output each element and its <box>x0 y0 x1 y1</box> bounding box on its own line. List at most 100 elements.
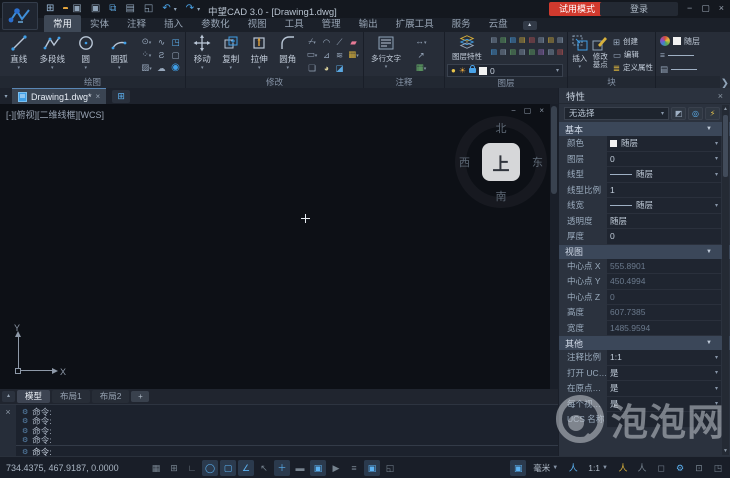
doc-close-icon[interactable]: × <box>539 106 544 115</box>
compass-west-label[interactable]: 西 <box>459 154 470 170</box>
model-space-toggle-icon[interactable]: ▣ <box>364 460 380 476</box>
layer-tool-icon[interactable]: ▤ <box>546 36 556 46</box>
layout-tab-layout1[interactable]: 布局1 <box>52 390 90 403</box>
layout-tab-model[interactable]: 模型 <box>17 390 50 403</box>
compass-south-label[interactable]: 南 <box>496 188 507 204</box>
ortho-toggle-icon[interactable]: ∟ <box>184 460 200 476</box>
explode-icon[interactable]: ❏ <box>304 63 320 73</box>
save-as-icon[interactable]: ▣ <box>91 4 100 14</box>
doc-minimize-icon[interactable]: − <box>511 106 516 115</box>
layer-tool-icon[interactable]: ▤ <box>537 36 547 46</box>
edit-base-point-button[interactable]: 修改 基点 <box>590 34 611 76</box>
line-button[interactable]: 直线▾ <box>2 34 36 76</box>
add-layout-icon[interactable]: + <box>131 391 149 402</box>
blend-icon[interactable]: ◕ <box>320 63 333 73</box>
offset-icon[interactable]: ◠ <box>320 37 333 47</box>
mtext-button[interactable]: 多行文字▾ <box>366 34 406 76</box>
annotation-person-icon[interactable]: 人 <box>565 460 581 476</box>
quick-view-toggle-icon[interactable]: ◱ <box>382 460 398 476</box>
layer-tool-icon[interactable]: ▤ <box>508 48 518 58</box>
ucs-open-value[interactable]: 是▾ <box>607 366 721 382</box>
units-dropdown[interactable]: 毫米▼ <box>529 460 562 476</box>
layer-tool-icon[interactable]: ▤ <box>556 48 566 58</box>
doc-tab-menu-icon[interactable]: ▾ <box>0 93 12 100</box>
rotate-icon[interactable]: ⊿ <box>320 50 333 60</box>
move-button[interactable]: 移动▾ <box>188 34 217 76</box>
new-document-tab-icon[interactable]: ⊞ <box>112 90 130 103</box>
polar-toggle-icon[interactable]: ◯ <box>202 460 218 476</box>
point-icon[interactable]: ⊙▾ <box>138 36 155 48</box>
selection-cycling-toggle-icon[interactable]: ▶ <box>328 460 344 476</box>
auto-annotation-icon[interactable]: 人 <box>634 460 650 476</box>
layer-tool-icon[interactable]: ▤ <box>489 36 499 46</box>
section-basic[interactable]: 基本▼ <box>559 122 730 136</box>
color-value[interactable]: 随层▾ <box>607 136 721 152</box>
annotation-scale-dropdown[interactable]: 1:1▼ <box>584 460 612 476</box>
selection-dropdown[interactable]: 无选择 ▾ <box>564 107 669 120</box>
workspace-icon[interactable]: ▣ <box>510 460 526 476</box>
ribbon-tab-solid[interactable]: 实体 <box>81 15 118 32</box>
annotation-scale-value[interactable]: 1:1▾ <box>607 350 721 366</box>
draw-panel-label[interactable]: 绘图 <box>0 76 185 88</box>
clean-screen-icon[interactable]: ⊡ <box>691 460 707 476</box>
view-compass[interactable]: 北 南 西 东 上 <box>455 116 547 208</box>
linetype-value[interactable]: 随层▾ <box>607 167 721 183</box>
create-block-item[interactable]: ⊞创建 <box>613 35 653 48</box>
ellipse-icon[interactable]: Ƨ <box>155 50 168 60</box>
sidebar-scrollbar-thumb[interactable] <box>723 115 728 177</box>
quick-select-icon[interactable]: ◩ <box>671 107 686 120</box>
hatch-icon[interactable]: ▨▾ <box>138 62 155 74</box>
region-icon[interactable]: ◳ <box>168 37 183 47</box>
sidebar-scrollbar[interactable]: ▲ ▼ <box>722 105 729 455</box>
redo-dropdown-icon[interactable]: ▾ <box>197 6 200 13</box>
layer-tool-icon[interactable]: ▤ <box>518 36 528 46</box>
print-icon[interactable]: ▤ <box>125 4 134 14</box>
ribbon-tab-home[interactable]: 常用 <box>44 15 81 32</box>
ribbon-tab-service[interactable]: 服务 <box>443 15 480 32</box>
align-icon[interactable]: ◪ <box>333 63 346 73</box>
lineweight-dropdown[interactable]: ≡ <box>660 48 718 62</box>
undo-dropdown-icon[interactable]: ▾ <box>174 6 177 13</box>
arc-button[interactable]: 圆弧▾ <box>103 34 137 76</box>
copy-button[interactable]: 复制▾ <box>217 34 246 76</box>
section-other[interactable]: 其他▼ <box>559 336 730 350</box>
snap-toggle-icon[interactable]: ⊞ <box>166 460 182 476</box>
layer-tool-icon[interactable]: ▤ <box>527 48 537 58</box>
layer-tool-icon[interactable]: ▤ <box>499 48 509 58</box>
edit-block-item[interactable]: ▭编辑 <box>613 48 653 61</box>
settings-gear-icon[interactable]: ⚙ <box>672 460 688 476</box>
trim-icon[interactable]: ⌿▾ <box>304 36 320 48</box>
compass-top-face[interactable]: 上 <box>482 143 520 181</box>
mirror-icon[interactable]: ⟋ <box>333 37 346 47</box>
section-view[interactable]: 视图▼ <box>559 245 730 259</box>
ribbon-collapse-icon[interactable]: ▴ <box>523 21 537 30</box>
layer-tool-icon[interactable]: ▤ <box>508 36 518 46</box>
dyn-ucs-toggle-icon[interactable]: ＋ <box>274 460 290 476</box>
plot-icon[interactable]: ⧉ <box>109 4 116 14</box>
object-color-dropdown[interactable]: 随层 <box>660 34 718 48</box>
polyline-button[interactable]: 多段线▾ <box>36 34 70 76</box>
array-icon[interactable]: ▦▾ <box>346 49 361 61</box>
divide-icon[interactable]: ⁘▾ <box>138 49 155 61</box>
circle-button[interactable]: 圆▾ <box>69 34 103 76</box>
undo-icon[interactable]: ↶ <box>162 4 170 14</box>
erase-icon[interactable]: ▰ <box>346 37 361 47</box>
ribbon-tab-annotate[interactable]: 注释 <box>118 15 155 32</box>
fillet-button[interactable]: 圆角▾ <box>274 34 303 76</box>
scroll-up-icon[interactable]: ▲ <box>722 106 729 112</box>
ribbon-tab-insert[interactable]: 插入 <box>155 15 192 32</box>
layer-dropdown[interactable]: ● ☀ 0 ▾ <box>447 64 563 77</box>
minimize-icon[interactable]: − <box>687 2 692 15</box>
boundary-icon[interactable]: ▢ <box>168 50 183 60</box>
layout-tab-layout2[interactable]: 布局2 <box>92 390 130 403</box>
revcloud-icon[interactable]: ☁ <box>155 63 168 73</box>
spline-icon[interactable]: ∿ <box>155 37 168 47</box>
per-viewport-value[interactable]: 是▾ <box>607 397 721 413</box>
save-icon[interactable]: ▣ <box>72 4 81 14</box>
layer-tool-icon[interactable]: ▤ <box>546 48 556 58</box>
document-tab-close-icon[interactable]: × <box>96 92 101 101</box>
annotation-visibility-icon[interactable]: 人 <box>615 460 631 476</box>
ribbon-tab-view[interactable]: 视图 <box>239 15 276 32</box>
ucs-name-value[interactable] <box>607 412 721 428</box>
new-file-icon[interactable]: ⊞ <box>46 4 54 14</box>
